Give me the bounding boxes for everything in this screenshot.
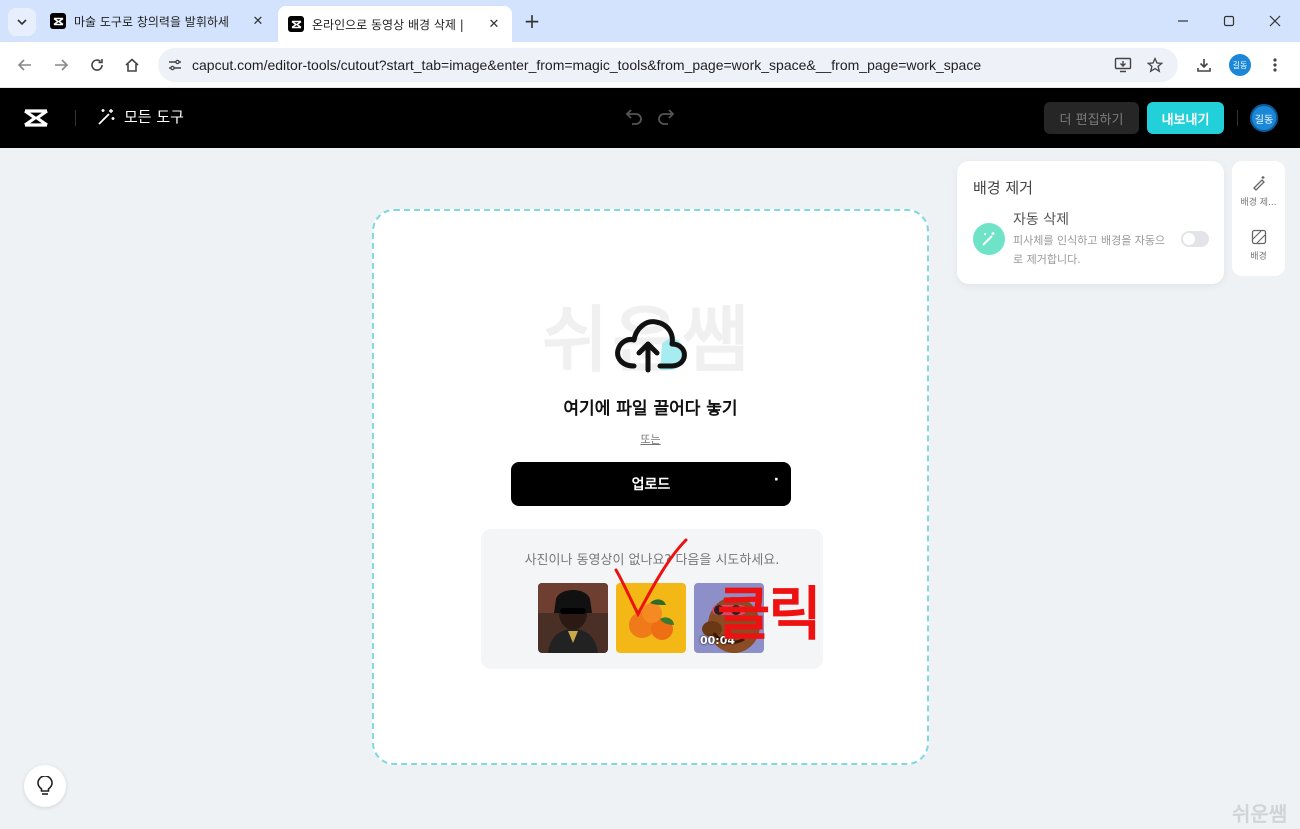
tab-title: 온라인으로 동영상 배경 삭제 |	[312, 17, 464, 32]
all-tools-label: 모든 도구	[124, 108, 184, 126]
panel-title: 배경 제거	[973, 179, 1033, 197]
minimize-button[interactable]	[1160, 6, 1206, 36]
auto-remove-description: 피사체를 인식하고 배경을 자동으로 제거합니다.	[1013, 234, 1166, 266]
side-tool-label: 배경	[1250, 252, 1267, 262]
back-button[interactable]	[10, 50, 40, 80]
all-tools-button[interactable]: 모든 도구	[96, 106, 184, 127]
annotation-click-text: 클릭	[717, 580, 822, 648]
app-header: 모든 도구 더 편집하기 내보내기 길동	[0, 88, 1300, 148]
maximize-button[interactable]	[1206, 6, 1252, 36]
capcut-favicon-icon	[288, 16, 304, 32]
profile-avatar[interactable]: 길동	[1229, 54, 1251, 76]
auto-remove-toggle[interactable]	[1181, 231, 1209, 247]
background-removal-panel: 배경 제거 자동 삭제 피사체를 인식하고 배경을 자동으로 제거합니다.	[957, 161, 1224, 284]
upload-button[interactable]: 업로드 ⋅	[511, 462, 791, 506]
browser-menu-button[interactable]	[1260, 50, 1290, 80]
tab-search-button[interactable]	[8, 8, 36, 36]
downloads-button[interactable]	[1189, 50, 1219, 80]
user-avatar[interactable]: 길동	[1250, 104, 1278, 132]
side-toolbar: 배경 제... 배경	[1232, 161, 1285, 276]
reload-button[interactable]	[82, 50, 112, 80]
bookmark-star-icon[interactable]	[1140, 48, 1170, 82]
tips-button[interactable]	[24, 765, 66, 807]
header-divider	[75, 110, 76, 126]
maximize-icon	[1223, 15, 1235, 27]
or-text: 또는	[640, 433, 661, 446]
auto-remove-icon	[973, 223, 1005, 255]
sample-thumb-person[interactable]	[538, 583, 608, 653]
download-icon	[1197, 59, 1211, 72]
lightbulb-icon	[37, 776, 53, 795]
drop-files-text: 여기에 파일 끌어다 놓기	[563, 399, 738, 419]
new-tab-button[interactable]: +	[520, 9, 544, 33]
minimize-icon	[1178, 20, 1188, 22]
magic-wand-icon	[98, 108, 115, 125]
tab-remove-background[interactable]: 온라인으로 동영상 배경 삭제 | ✕	[278, 6, 512, 42]
export-button[interactable]: 내보내기	[1147, 102, 1224, 134]
capcut-logo-icon[interactable]	[22, 106, 50, 130]
side-tool-remove-bg[interactable]: 배경 제...	[1232, 175, 1285, 208]
tab-close-icon[interactable]: ✕	[250, 13, 266, 29]
home-button[interactable]	[117, 50, 147, 80]
tab-magic-tools[interactable]: 마술 도구로 창의력을 발휘하세 ✕	[40, 6, 276, 36]
side-tool-label: 배경 제...	[1240, 198, 1277, 208]
reload-icon	[91, 59, 103, 71]
install-app-icon[interactable]	[1108, 48, 1138, 82]
annotation-checkmark	[614, 538, 688, 618]
corner-watermark: 쉬운쌤	[1232, 802, 1288, 826]
site-info-icon[interactable]	[158, 48, 192, 82]
upload-button-label: 업로드	[631, 477, 671, 493]
arrow-right-icon	[55, 59, 69, 71]
upload-options-icon[interactable]: ⋅	[774, 472, 779, 488]
arrow-left-icon	[17, 59, 31, 71]
browser-toolbar: capcut.com/editor-tools/cutout?start_tab…	[0, 42, 1300, 88]
capcut-favicon-icon	[50, 13, 66, 29]
redo-icon[interactable]	[656, 106, 676, 126]
close-window-button[interactable]	[1252, 6, 1298, 36]
cloud-upload-icon	[615, 319, 687, 373]
upload-dropzone[interactable]: 쉬운쌤 여기에 파일 끌어다 놓기 또는 업로드 ⋅ 사진이나 동영상이 없나요…	[372, 209, 929, 765]
more-vert-icon	[1273, 58, 1277, 72]
url-text: capcut.com/editor-tools/cutout?start_tab…	[192, 57, 982, 73]
browser-tab-bar: 마술 도구로 창의력을 발휘하세 ✕ 온라인으로 동영상 배경 삭제 | ✕ +	[0, 0, 1300, 42]
edit-more-button[interactable]: 더 편집하기	[1044, 102, 1139, 134]
auto-remove-label: 자동 삭제	[1013, 212, 1069, 228]
chevron-down-icon	[17, 19, 27, 26]
tab-close-icon[interactable]: ✕	[486, 16, 502, 32]
tab-title: 마술 도구로 창의력을 발휘하세	[74, 14, 229, 29]
eraser-icon	[1252, 176, 1265, 191]
background-icon	[1251, 229, 1266, 245]
forward-button[interactable]	[46, 50, 76, 80]
undo-icon[interactable]	[624, 106, 644, 126]
side-tool-background[interactable]: 배경	[1232, 229, 1285, 262]
address-bar[interactable]: capcut.com/editor-tools/cutout?start_tab…	[158, 48, 1178, 82]
close-icon	[1269, 15, 1281, 27]
header-divider	[1237, 110, 1238, 126]
home-icon	[125, 58, 139, 72]
